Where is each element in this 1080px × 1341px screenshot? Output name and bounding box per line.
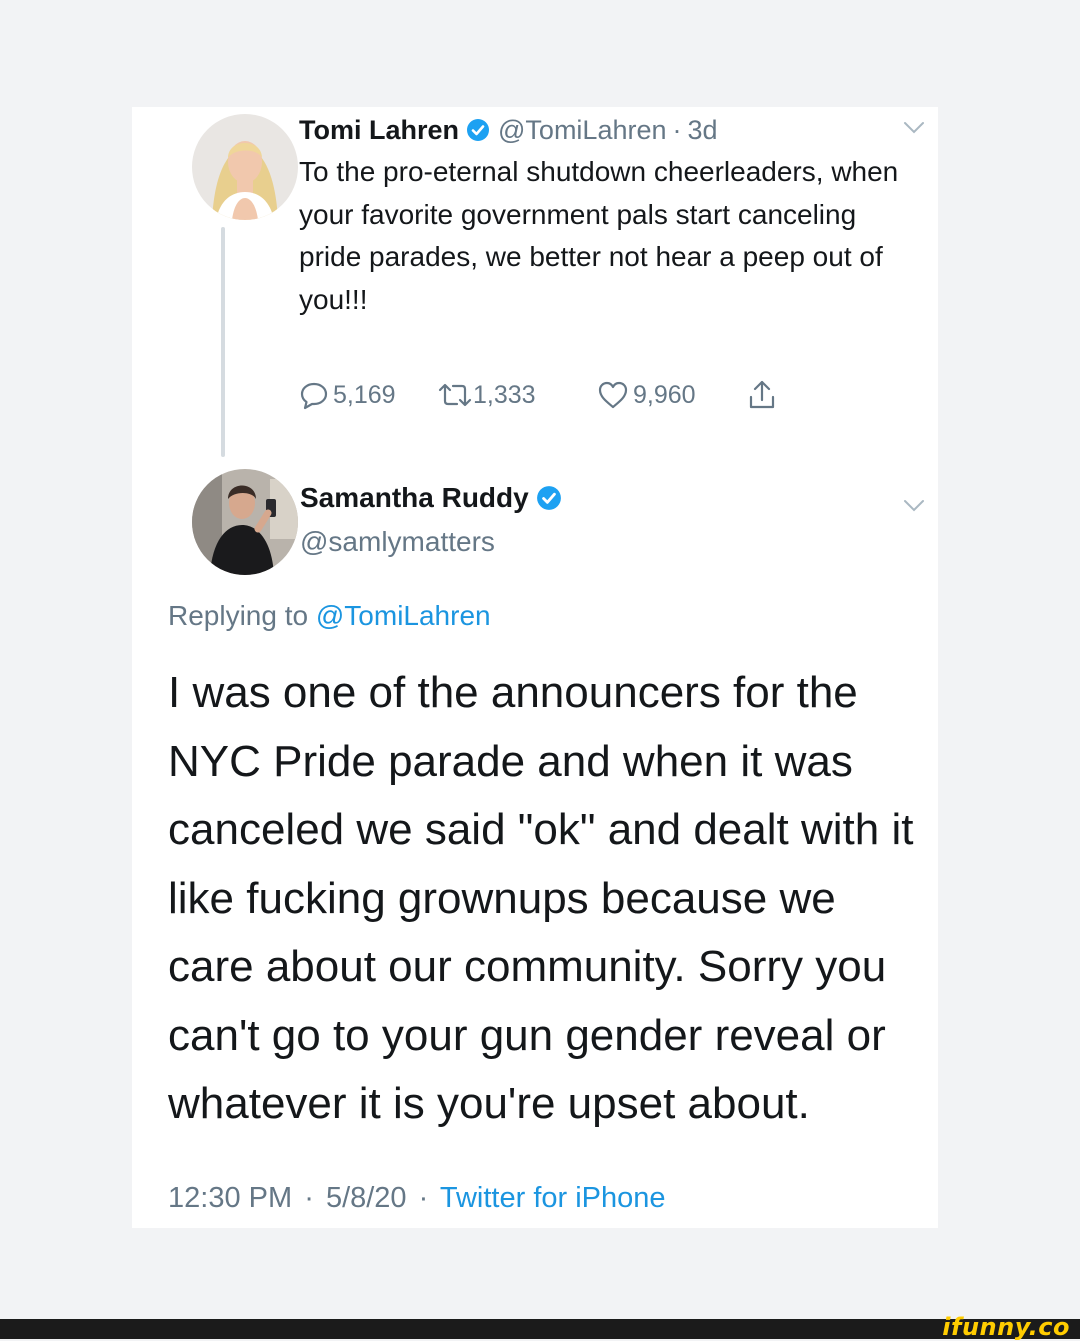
thread-line [221, 227, 225, 457]
footer-bar [0, 1319, 1080, 1339]
replying-to-handle-link[interactable]: @TomiLahren [316, 600, 491, 631]
tweet-2-date[interactable]: 5/8/20 [326, 1182, 407, 1214]
chevron-down-icon[interactable] [903, 121, 925, 135]
tweet-2-author-name[interactable]: Samantha Ruddy [300, 482, 529, 514]
like-button[interactable]: 9,960 [597, 380, 747, 410]
tweet-1-author-name[interactable]: Tomi Lahren [299, 109, 459, 151]
replying-to-label: Replying to [168, 600, 309, 631]
reply-count: 5,169 [333, 380, 396, 409]
tweet-1-text: To the pro-eternal shutdown cheerleaders… [299, 156, 899, 315]
tweet-2-time[interactable]: 12:30 PM [168, 1182, 292, 1214]
retweet-icon [438, 383, 472, 407]
tweet-2-author[interactable]: Samantha Ruddy [300, 482, 570, 514]
tweet-1-separator: · [672, 115, 682, 145]
share-button[interactable] [747, 379, 777, 411]
tweet-card: Tomi Lahren @TomiLahren · 3d To the pro-… [132, 107, 938, 1228]
replying-to: Replying to @TomiLahren [168, 600, 491, 632]
verified-badge-icon [467, 119, 490, 141]
like-icon [598, 381, 628, 409]
verified-badge-icon [536, 486, 561, 510]
retweet-button[interactable]: 1,333 [437, 380, 597, 410]
tweet-2-meta-separator-2: · [418, 1182, 429, 1214]
tweet-2-source-link[interactable]: Twitter for iPhone [440, 1182, 666, 1214]
tweet-2-meta-separator: · [304, 1182, 314, 1214]
ifunny-watermark: ifunny.co [942, 1313, 1070, 1341]
retweet-count: 1,333 [473, 380, 536, 409]
tweet-1-actions: 5,169 1,333 9,960 [299, 379, 777, 411]
share-icon [749, 380, 775, 409]
tweet-1-timestamp[interactable]: 3d [688, 109, 718, 151]
reply-icon [300, 382, 328, 410]
reply-button[interactable]: 5,169 [299, 380, 437, 410]
like-count: 9,960 [633, 380, 696, 409]
tweet-2-meta: 12:30 PM · 5/8/20 · Twitter for iPhone [168, 1182, 666, 1215]
tweet-2-handle[interactable]: @samlymatters [300, 526, 495, 558]
tweet-1[interactable]: Tomi Lahren @TomiLahren · 3d To the pro-… [299, 109, 919, 410]
tweet-1-header: Tomi Lahren @TomiLahren · 3d [299, 109, 919, 151]
samantha-ruddy-avatar[interactable] [192, 469, 298, 575]
tomi-lahren-avatar[interactable] [192, 114, 298, 220]
chevron-down-icon[interactable] [903, 499, 925, 513]
tweet-2-text: I was one of the announcers for the NYC … [168, 668, 914, 1128]
tweet-1-handle[interactable]: @TomiLahren [498, 109, 667, 151]
